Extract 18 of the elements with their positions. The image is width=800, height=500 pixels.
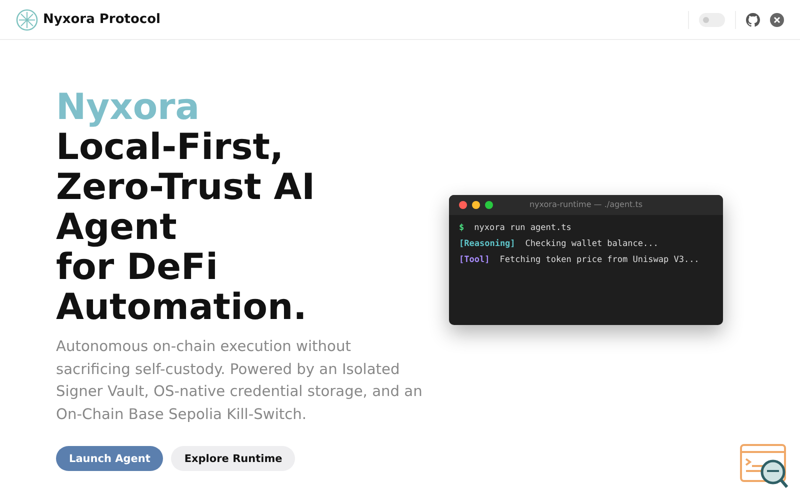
explore-button[interactable]: Explore Runtime [171, 446, 296, 471]
window-controls-icon [459, 200, 493, 208]
terminal-tag: $ [459, 222, 464, 232]
terminal-tag: [Tool] [459, 254, 490, 264]
terminal-text: Fetching token price from Uniswap V3... [500, 254, 700, 264]
theme-toggle[interactable] [699, 12, 725, 26]
hero-heading: Nyxora Local-First, Zero-Trust AI Agent for DeFi Automation. [56, 88, 316, 328]
code-search-icon[interactable] [740, 444, 790, 490]
close-icon[interactable] [770, 12, 784, 26]
terminal-text: nyxora run agent.ts [474, 222, 572, 232]
launch-button[interactable]: Launch Agent [56, 446, 164, 471]
terminal-tag: [Reasoning] [459, 238, 516, 248]
brand-name: Nyxora Protocol [43, 12, 160, 27]
terminal-text: Checking wallet balance... [525, 238, 658, 248]
github-icon[interactable] [746, 12, 760, 26]
logo-icon [16, 8, 38, 30]
hero-subtitle: Autonomous on-chain execution without sacrificing self-custody. Powered by an Isolated Signer Vault, OS-native credential storage, and an On-Chain Base Sepolia Kill-Switch. [56, 337, 424, 424]
terminal-title: nyxora-runtime — ./agent.ts [528, 200, 644, 209]
